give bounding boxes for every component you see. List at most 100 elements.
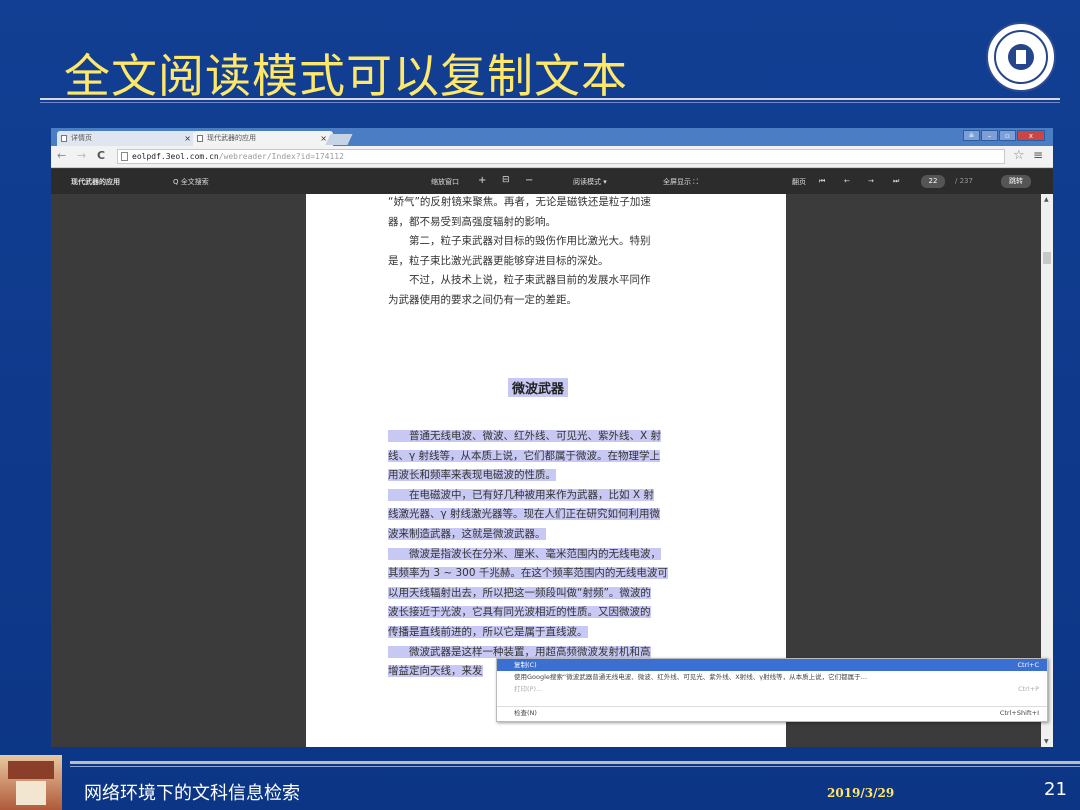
page-turn-label: 翻页 bbox=[792, 178, 806, 186]
zoom-in-button[interactable]: + bbox=[478, 175, 486, 186]
text-line: 波来制造武器，这就是微波武器。 bbox=[388, 525, 708, 545]
fit-page-button[interactable]: ⊟ bbox=[502, 175, 510, 185]
text-line-content: 波来制造武器，这就是微波武器。 bbox=[388, 527, 546, 540]
tab-reader[interactable]: 现代武器的应用 × bbox=[193, 131, 333, 146]
text-line: 第二，粒子束武器对目标的毁伤作用比激光大。特别 bbox=[388, 232, 708, 252]
jump-button[interactable]: 跳转 bbox=[1001, 175, 1031, 188]
scroll-down-icon[interactable]: ▼ bbox=[1044, 738, 1049, 745]
slide-title: 全文阅读模式可以复制文本 bbox=[64, 49, 628, 103]
menu-item-copy[interactable]: 复制(C) Ctrl+C bbox=[497, 659, 1047, 671]
section-heading: 微波武器 bbox=[508, 378, 569, 397]
next-page-icon[interactable]: → bbox=[868, 177, 874, 185]
text-line: 为武器使用的要求之间仍有一定的差距。 bbox=[388, 291, 708, 311]
text-line: 是，粒子束比激光武器更能够穿进目标的深处。 bbox=[388, 252, 708, 272]
menu-item-label: 检查(N) bbox=[514, 709, 537, 717]
text-line-content: 在电磁波中，已有好几种被用来作为武器，比如 X 射 bbox=[388, 488, 654, 501]
text-line-content: 不过，从技术上说，粒子束武器目前的发展水平同作 bbox=[388, 274, 651, 287]
reload-icon[interactable]: C bbox=[97, 149, 105, 162]
text-line: 微波是指波长在分米、厘米、毫米范围内的无线电波， bbox=[388, 545, 708, 565]
close-window-button[interactable]: x bbox=[1017, 130, 1045, 141]
text-line: 线激光器、γ 射线激光器等。现在人们正在研究如何利用微 bbox=[388, 505, 708, 525]
scroll-up-icon[interactable]: ▲ bbox=[1044, 196, 1049, 203]
page-icon bbox=[61, 135, 67, 142]
bookmark-star-icon[interactable]: ☆ bbox=[1013, 148, 1025, 163]
text-line-content: 微波武器是这样一种装置，用超高频微波发射机和高 bbox=[388, 645, 651, 658]
page-icon bbox=[121, 152, 128, 161]
menu-item-label: 复制(C) bbox=[514, 661, 537, 669]
text-line-content: 传播是直线前进的，所以它是属于直线波。 bbox=[388, 625, 588, 638]
menu-item-shortcut: Ctrl+Shift+I bbox=[999, 709, 1039, 717]
text-line-content: 器，都不易受到高强度辐射的影响。 bbox=[388, 215, 556, 228]
text-line-content: 为武器使用的要求之间仍有一定的差距。 bbox=[388, 293, 577, 306]
text-block-top: “娇气”的反射镜来聚焦。再者，无论是磁铁还是粒子加速 器，都不易受到高强度辐射的影… bbox=[388, 193, 708, 311]
university-logo bbox=[986, 22, 1056, 92]
context-menu: 复制(C) Ctrl+C 使用Google搜索“微波武器普通无线电波、微波、红外… bbox=[496, 658, 1048, 722]
menu-icon[interactable]: ≡ bbox=[1033, 148, 1043, 162]
text-line: 波长接近于光波，它具有同光波相近的性质。又因微波的 bbox=[388, 603, 708, 623]
url-input[interactable]: eolpdf.3eol.com.cn/webreader/Index?id=17… bbox=[117, 149, 1005, 164]
menu-item-inspect[interactable]: 检查(N) Ctrl+Shift+I bbox=[497, 707, 1047, 719]
new-tab-button[interactable] bbox=[325, 134, 353, 145]
menu-item-label: 使用Google搜索“微波武器普通无线电波、微波、红外线、可见光、紫外线、X射线… bbox=[514, 673, 868, 681]
text-line-content: “娇气”的反射镜来聚焦。再者，无论是磁铁还是粒子加速 bbox=[388, 196, 651, 208]
url-host: eolpdf.3eol.com.cn bbox=[132, 152, 219, 161]
menu-item-print[interactable]: 打印(P)... Ctrl+P bbox=[497, 683, 1047, 695]
tab-bar: 详情页 × 现代武器的应用 × ≗ – ▫ x bbox=[51, 128, 1053, 146]
zoom-window-label: 缩放窗口 bbox=[431, 178, 459, 186]
page-icon bbox=[197, 135, 203, 142]
browser-window: 详情页 × 现代武器的应用 × ≗ – ▫ x ← → C eolpdf.3eo… bbox=[51, 128, 1053, 747]
text-line: 普通无线电波、微波、红外线、可见光、紫外线、X 射 bbox=[388, 427, 708, 447]
campus-photo bbox=[0, 755, 62, 810]
tab-label: 详情页 bbox=[71, 134, 92, 142]
scroll-thumb[interactable] bbox=[1043, 252, 1051, 264]
book-title: 现代武器的应用 bbox=[71, 178, 120, 186]
footer-divider-secondary bbox=[70, 766, 1080, 767]
text-line: “娇气”的反射镜来聚焦。再者，无论是磁铁还是粒子加速 bbox=[388, 193, 708, 213]
full-text-search-button[interactable]: Q 全文搜索 bbox=[173, 177, 209, 187]
text-line-content: 以用天线辐射出去，所以把这一频段叫做“射频”。微波的 bbox=[388, 586, 651, 599]
text-line-content: 其频率为 3 ~ 300 千兆赫。在这个频率范围内的无线电波可 bbox=[388, 567, 668, 580]
footer-divider bbox=[70, 761, 1080, 764]
text-line: 以用天线辐射出去，所以把这一频段叫做“射频”。微波的 bbox=[388, 584, 708, 604]
menu-item-shortcut: Ctrl+C bbox=[1017, 661, 1039, 669]
text-line-content: 线激光器、γ 射线激光器等。现在人们正在研究如何利用微 bbox=[388, 508, 661, 521]
footer-date: 2019/3/29 bbox=[827, 786, 895, 800]
menu-item-label: 打印(P)... bbox=[514, 685, 543, 693]
tab-label: 现代武器的应用 bbox=[207, 134, 256, 142]
text-line: 线、γ 射线等，从本质上说，它们都属于微波。在物理学上 bbox=[388, 447, 708, 467]
zoom-out-button[interactable]: − bbox=[525, 175, 533, 186]
restore-button[interactable]: ▫ bbox=[999, 130, 1016, 141]
read-mode-dropdown[interactable]: 阅读模式 ▾ bbox=[573, 177, 607, 187]
last-page-icon[interactable]: ⏭ bbox=[893, 177, 899, 186]
tab-details[interactable]: 详情页 × bbox=[57, 131, 197, 146]
back-arrow-icon[interactable]: ← bbox=[57, 149, 66, 162]
close-icon[interactable]: × bbox=[184, 131, 191, 146]
text-line-content: 波长接近于光波，它具有同光波相近的性质。又因微波的 bbox=[388, 606, 651, 619]
text-line: 用波长和频率来表现电磁波的性质。 bbox=[388, 466, 708, 486]
user-icon[interactable]: ≗ bbox=[963, 130, 980, 141]
text-line-content: 普通无线电波、微波、红外线、可见光、紫外线、X 射 bbox=[388, 430, 662, 442]
prev-page-icon[interactable]: ← bbox=[844, 177, 850, 185]
text-line: 在电磁波中，已有好几种被用来作为武器，比如 X 射 bbox=[388, 486, 708, 506]
text-line: 传播是直线前进的，所以它是属于直线波。 bbox=[388, 623, 708, 643]
slide-number: 21 bbox=[1044, 779, 1067, 800]
text-line-content: 是，粒子束比激光武器更能够穿进目标的深处。 bbox=[388, 254, 609, 267]
text-line-content: 增益定向天线，来发 bbox=[388, 665, 483, 678]
text-line: 不过，从技术上说，粒子束武器目前的发展水平同作 bbox=[388, 271, 708, 291]
text-line-content: 用波长和频率来表现电磁波的性质。 bbox=[388, 469, 556, 482]
menu-item-shortcut: Ctrl+P bbox=[1018, 685, 1039, 693]
page-number-input[interactable]: 22 bbox=[921, 175, 945, 188]
selected-text-block[interactable]: 普通无线电波、微波、红外线、可见光、紫外线、X 射线、γ 射线等，从本质上说，它… bbox=[388, 427, 708, 682]
forward-arrow-icon[interactable]: → bbox=[77, 149, 86, 162]
text-line: 器，都不易受到高强度辐射的影响。 bbox=[388, 213, 708, 233]
text-line-content: 第二，粒子束武器对目标的毁伤作用比激光大。特别 bbox=[388, 235, 651, 248]
fullscreen-button[interactable]: 全屏显示 ⛶ bbox=[663, 177, 698, 187]
minimize-button[interactable]: – bbox=[981, 130, 998, 141]
title-divider bbox=[40, 98, 1060, 100]
url-path: /webreader/Index?id=174112 bbox=[218, 152, 344, 161]
total-pages: / 237 bbox=[955, 177, 973, 185]
menu-item-google-search[interactable]: 使用Google搜索“微波武器普通无线电波、微波、红外线、可见光、紫外线、X射线… bbox=[497, 671, 1047, 683]
text-line: 其频率为 3 ~ 300 千兆赫。在这个频率范围内的无线电波可 bbox=[388, 564, 708, 584]
title-divider-secondary bbox=[40, 102, 1060, 103]
first-page-icon[interactable]: ⏮ bbox=[819, 177, 825, 186]
